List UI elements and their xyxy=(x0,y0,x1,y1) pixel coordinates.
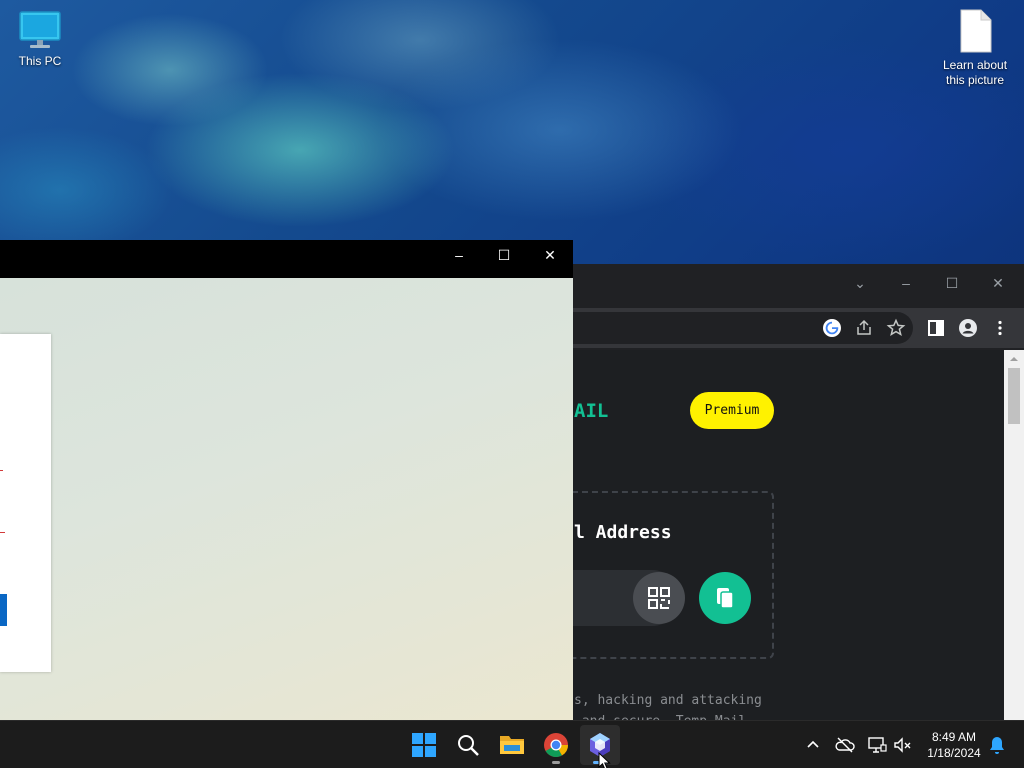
volume-muted-icon[interactable] xyxy=(891,733,915,757)
chrome-icon xyxy=(544,733,568,758)
bookmark-star-icon[interactable] xyxy=(886,318,906,338)
onedrive-offline-icon[interactable] xyxy=(833,733,857,757)
share-icon[interactable] xyxy=(854,318,874,338)
taskbar: 8:49 AM 1/18/2024 xyxy=(0,720,1024,768)
folder-icon xyxy=(500,736,524,754)
monitor-icon xyxy=(19,11,61,48)
web-page: AIL Premium l Address s, hacking and att… xyxy=(560,350,1004,720)
premium-button[interactable]: Premium xyxy=(690,392,774,429)
clock-date: 1/18/2024 xyxy=(927,746,981,760)
app-title-bar[interactable]: – ☐ ✕ xyxy=(0,240,573,278)
site-description: s, hacking and attacking and secure. Tem… xyxy=(574,693,762,720)
desktop-icon-label: Learn about this picture xyxy=(942,58,1008,87)
chrome-close-button[interactable]: ✕ xyxy=(978,268,1018,298)
profile-icon[interactable] xyxy=(958,318,978,338)
chrome-maximize-button[interactable]: ☐ xyxy=(932,268,972,298)
maximize-button[interactable]: ☐ xyxy=(481,240,527,270)
primary-action-button[interactable] xyxy=(0,594,7,626)
close-button[interactable]: ✕ xyxy=(527,240,573,270)
site-logo-text[interactable]: AIL xyxy=(574,400,608,422)
card-marker xyxy=(0,470,3,471)
desktop-icon-learn-about-picture[interactable]: Learn about this picture xyxy=(935,8,1015,88)
menu-icon[interactable] xyxy=(990,318,1010,338)
windows-logo-icon xyxy=(412,733,436,757)
network-icon[interactable] xyxy=(865,733,889,757)
chrome-toolbar xyxy=(560,308,1024,348)
qr-code-button[interactable] xyxy=(633,572,685,624)
start-button[interactable] xyxy=(404,725,444,765)
running-indicator xyxy=(552,761,560,764)
system-clock[interactable]: 8:49 AM 1/18/2024 xyxy=(918,729,990,761)
mouse-cursor-icon xyxy=(598,752,611,768)
chrome-window[interactable]: ⌄ – ☐ ✕ AIL Premium l Address s, hacking… xyxy=(560,264,1024,720)
clock-time: 8:49 AM xyxy=(931,730,977,744)
scroll-thumb[interactable] xyxy=(1008,368,1020,424)
copy-button[interactable] xyxy=(699,572,751,624)
google-icon[interactable] xyxy=(822,318,842,338)
chrome-minimize-button[interactable]: – xyxy=(886,268,926,298)
address-bar[interactable] xyxy=(560,312,913,344)
copy-icon xyxy=(717,588,734,609)
content-card xyxy=(0,334,51,672)
chevron-up-icon[interactable] xyxy=(801,733,825,757)
document-icon xyxy=(960,9,992,53)
tab-search-button[interactable]: ⌄ xyxy=(840,268,880,298)
notification-bell-icon[interactable] xyxy=(985,733,1009,757)
page-scrollbar[interactable] xyxy=(1004,350,1024,720)
app-window[interactable]: – ☐ ✕ xyxy=(0,240,573,720)
qr-code-icon xyxy=(648,587,670,609)
side-panel-icon[interactable] xyxy=(926,318,946,338)
search-button[interactable] xyxy=(448,725,488,765)
minimize-button[interactable]: – xyxy=(436,240,482,270)
chrome-taskbar-button[interactable] xyxy=(536,725,576,765)
desktop-icon-label: This PC xyxy=(18,54,62,68)
search-icon xyxy=(458,735,479,756)
file-explorer-button[interactable] xyxy=(492,725,532,765)
desktop-icon-this-pc[interactable]: This PC xyxy=(0,10,80,69)
scroll-up-arrow-icon[interactable] xyxy=(1004,352,1024,366)
chrome-title-bar[interactable]: ⌄ – ☐ ✕ xyxy=(560,264,1024,308)
card-marker xyxy=(0,532,5,533)
address-heading: l Address xyxy=(574,522,672,543)
